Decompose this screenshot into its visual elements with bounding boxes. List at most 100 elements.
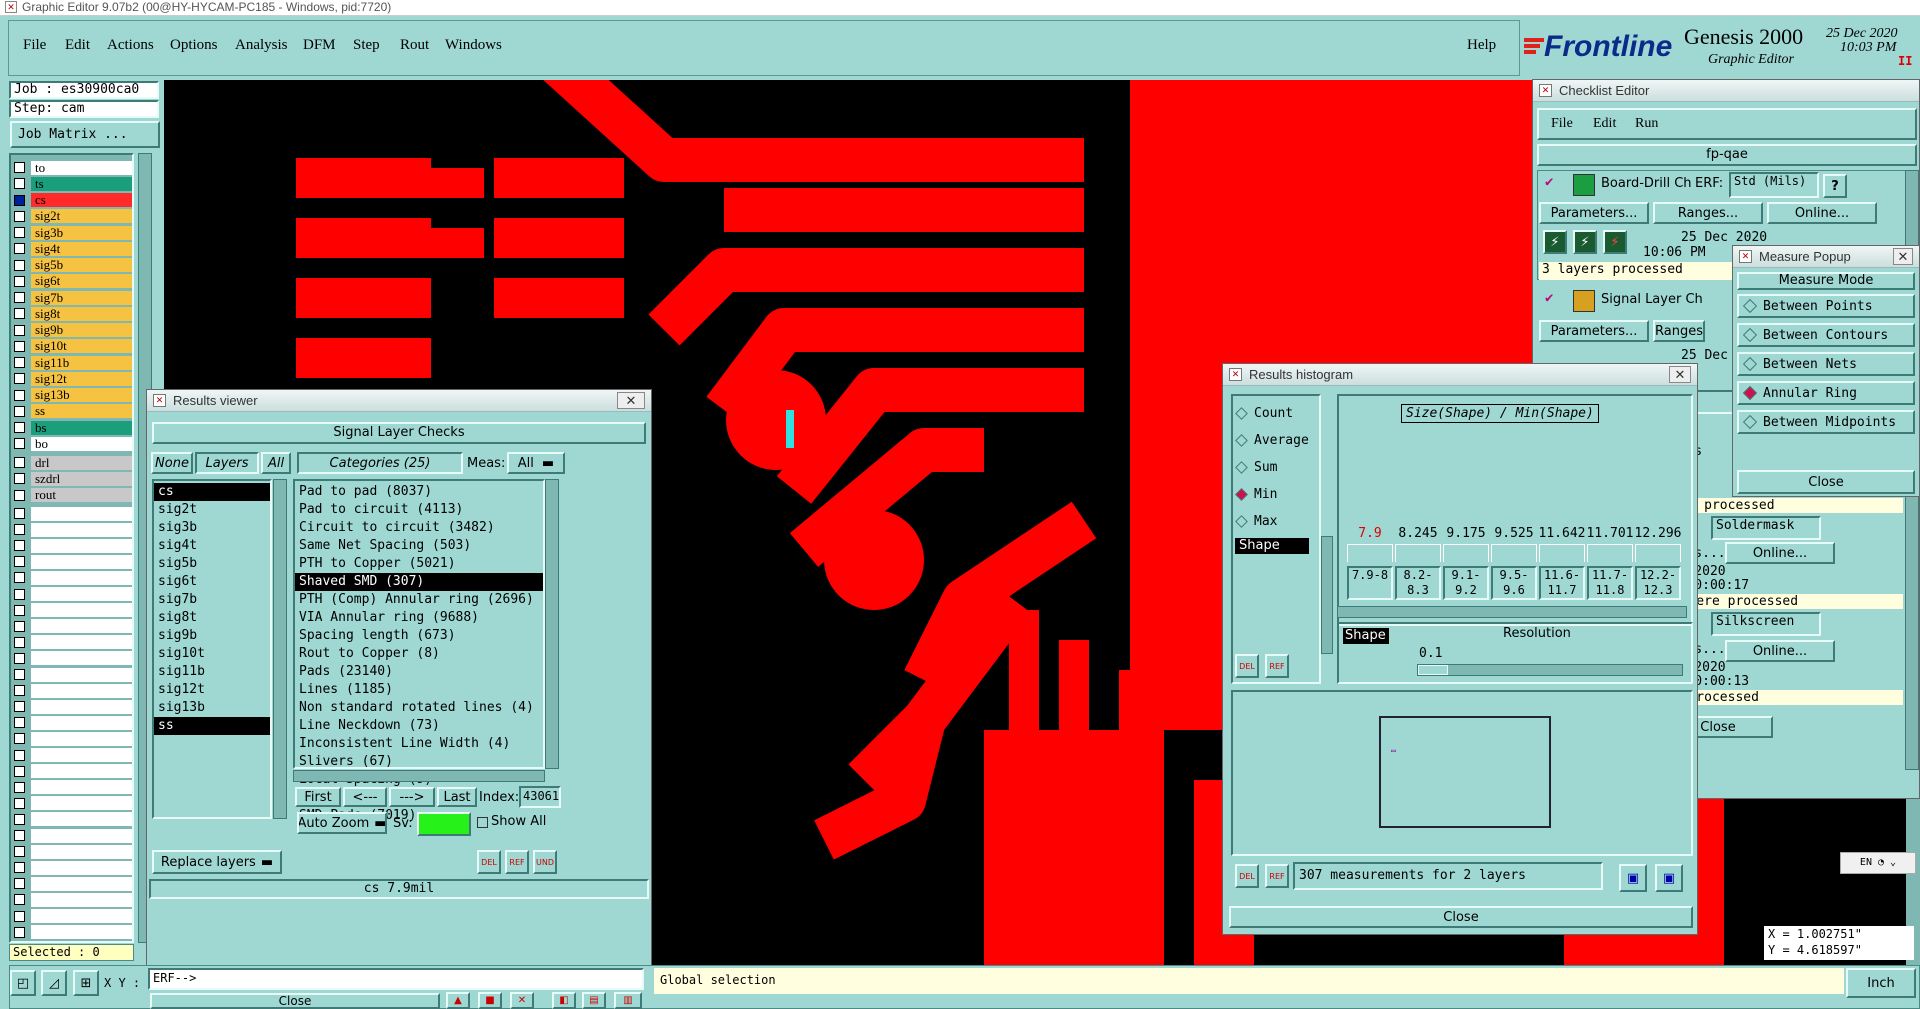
layer-row-sig11b[interactable]: sig11b — [10, 355, 132, 370]
resolution-slider[interactable] — [1417, 664, 1683, 676]
menu-dfm[interactable]: DFM — [303, 37, 336, 54]
layer-row-sslsh[interactable] — [10, 699, 132, 714]
layer-checkbox[interactable] — [14, 210, 25, 222]
layer-checkbox[interactable] — [14, 243, 25, 255]
undo-icon[interactable]: UND — [533, 850, 557, 874]
close-icon[interactable]: ✕ — [1893, 248, 1913, 265]
measure-option[interactable]: Between Points — [1737, 294, 1915, 318]
category-item[interactable]: Lines (1185) — [295, 681, 543, 699]
category-item[interactable]: Rout to Copper (8) — [295, 645, 543, 663]
histogram-close-button[interactable]: Close — [1229, 906, 1693, 928]
layer-row-sig3b.d[interactable] — [10, 844, 132, 859]
none-button[interactable]: None — [151, 452, 193, 474]
menu-actions[interactable]: Actions — [107, 37, 154, 54]
ref-icon[interactable]: REF — [505, 850, 529, 874]
checklist-partial-text[interactable]: Online... — [1725, 640, 1835, 662]
close-icon[interactable]: ✕ — [617, 392, 645, 409]
layer-row-sig4t[interactable]: sig4t — [10, 241, 132, 256]
layer-checkbox[interactable] — [14, 405, 25, 417]
histogram-action-icon-1[interactable]: ▣ — [1619, 864, 1647, 892]
layer-checkbox[interactable] — [14, 894, 25, 906]
layer-checkbox[interactable] — [14, 749, 25, 761]
meas-select[interactable]: All ▬ — [507, 452, 565, 474]
result-layer-item[interactable]: sig9b — [154, 627, 270, 645]
layer-checkbox[interactable] — [14, 524, 25, 536]
toolbar-icon-6[interactable]: ▥ — [614, 992, 642, 1009]
histogram-bar[interactable] — [1587, 544, 1633, 562]
measure-option[interactable]: Between Nets — [1737, 352, 1915, 376]
layer-checkbox[interactable] — [14, 862, 25, 874]
layer-checkbox[interactable] — [14, 259, 25, 271]
layer-checkbox[interactable] — [14, 604, 25, 616]
show-all-checkbox[interactable] — [477, 817, 488, 828]
category-item[interactable]: Shaved SMD (307) — [295, 573, 543, 591]
layer-checkbox[interactable] — [14, 473, 25, 485]
layer-row-dwkby[interactable] — [10, 748, 132, 763]
layer-row-ts[interactable]: ts — [10, 176, 132, 191]
layer-row-drl[interactable]: drl — [10, 455, 132, 470]
run-icon-1[interactable]: ⚡ — [1543, 230, 1567, 254]
layer-row-bs[interactable]: bs — [10, 420, 132, 435]
category-item[interactable]: Spacing length (673) — [295, 627, 543, 645]
layer-row-sig10t[interactable]: sig10t — [10, 339, 132, 354]
layer-row-sig6t.d[interactable] — [10, 892, 132, 907]
checklist-partial-text[interactable]: Silkscreen — [1711, 612, 1821, 636]
next-button[interactable]: ---> — [389, 787, 435, 807]
check-row-2-ranges-button[interactable]: Ranges — [1653, 320, 1705, 342]
results-viewer-close-button[interactable]: Close — [150, 993, 440, 1009]
layer-checkbox[interactable] — [14, 797, 25, 809]
menu-options[interactable]: Options — [170, 37, 218, 54]
category-list[interactable]: Pad to pad (8037) Pad to circuit (4113) Ci… — [293, 479, 545, 823]
check-row-2-params-button[interactable]: Parameters... — [1539, 320, 1649, 342]
result-layer-item[interactable]: sig7b — [154, 591, 270, 609]
ref-icon-2[interactable]: REF — [1265, 864, 1289, 888]
category-item[interactable]: Pad to pad (8037) — [295, 483, 543, 501]
layer-row-sig8t[interactable]: sig8t — [10, 306, 132, 321]
menu-edit[interactable]: Edit — [65, 37, 90, 54]
layer-row-to[interactable]: to — [10, 160, 132, 175]
first-button[interactable]: First — [295, 787, 341, 807]
aggregate-scrollbar[interactable] — [1321, 536, 1333, 654]
layer-checkbox[interactable] — [14, 178, 25, 190]
check-row-1-label[interactable]: Board-Drill Che — [1601, 176, 1691, 191]
ref-icon[interactable]: REF — [1265, 654, 1289, 678]
help-icon[interactable]: ? — [1823, 174, 1847, 198]
layer-checkbox[interactable] — [14, 910, 25, 922]
slider-thumb[interactable] — [1418, 665, 1448, 675]
layer-row-sig2t[interactable]: sig2t — [10, 209, 132, 224]
histogram-bar[interactable] — [1635, 544, 1681, 562]
layer-checkbox[interactable] — [14, 340, 25, 352]
result-layer-item[interactable]: cs — [154, 483, 270, 501]
prev-button[interactable]: <--- — [343, 787, 387, 807]
histogram-bar[interactable] — [1539, 544, 1585, 562]
checklist-partial-text[interactable]: Online... — [1725, 542, 1835, 564]
layer-checkbox[interactable] — [14, 717, 25, 729]
layers-tab[interactable]: Layers — [195, 452, 259, 474]
result-layer-item[interactable]: sig11b — [154, 663, 270, 681]
layer-row-dkt[interactable] — [10, 619, 132, 634]
layer-row-sig9b[interactable]: sig9b — [10, 323, 132, 338]
layer-row-sig7b.d[interactable] — [10, 909, 132, 924]
histogram-bar[interactable] — [1491, 544, 1537, 562]
category-item[interactable]: Slivers (67) — [295, 753, 543, 771]
layer-row-ydkdrl[interactable] — [10, 587, 132, 602]
del-icon[interactable]: DEL — [1235, 654, 1259, 678]
check-row-1-online-button[interactable]: Online... — [1767, 202, 1877, 224]
category-item[interactable]: Inconsistent Line Width (4) — [295, 735, 543, 753]
category-item[interactable]: Circuit to circuit (3482) — [295, 519, 543, 537]
layer-row-cs.d[interactable] — [10, 812, 132, 827]
checklist-menu-edit[interactable]: Edit — [1593, 116, 1616, 132]
layer-row-ts.d[interactable] — [10, 796, 132, 811]
result-layer-item[interactable]: sig8t — [154, 609, 270, 627]
histogram-bar[interactable] — [1347, 544, 1393, 562]
checklist-partial-text[interactable]: Soldermask — [1711, 516, 1821, 540]
del-icon-2[interactable]: DEL — [1235, 864, 1259, 888]
result-layer-item[interactable]: sig3b — [154, 519, 270, 537]
check-row-1-params-button[interactable]: Parameters... — [1539, 202, 1649, 224]
category-item[interactable]: Pads (23140) — [295, 663, 543, 681]
layer-row-d[interactable] — [10, 764, 132, 779]
checklist-menu-file[interactable]: File — [1551, 116, 1573, 132]
layer-row-szdwk[interactable] — [10, 731, 132, 746]
layer-checkbox[interactable] — [14, 275, 25, 287]
category-item[interactable]: PTH (Comp) Annular ring (2696) — [295, 591, 543, 609]
